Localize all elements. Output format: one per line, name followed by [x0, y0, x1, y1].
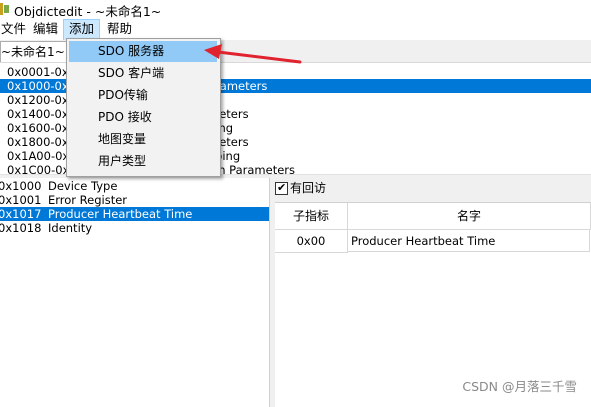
menu-file[interactable]: 文件 [0, 19, 31, 39]
checkbox-label: 有回访 [290, 181, 327, 195]
object-row[interactable]: 0x1000 Device Type [0, 179, 269, 193]
check-mark-icon: ✔ [277, 181, 287, 194]
watermark: CSDN @月落三千雪 [462, 379, 577, 394]
category-index: 0x1400-0x [7, 107, 69, 121]
category-index: 0x1600-0x [7, 121, 69, 135]
grid-cell-name[interactable]: Producer Heartbeat Time [348, 230, 590, 252]
app-icon [0, 3, 9, 15]
menu-item-sdo-server[interactable]: SDO 服务器 [69, 41, 217, 62]
object-name: Identity [48, 221, 93, 235]
object-index: 0x1001 [0, 193, 42, 207]
object-row[interactable]: 0x1001 Error Register [0, 193, 269, 207]
grid-cell-subindex[interactable]: 0x00 [275, 230, 348, 253]
subindex-pane: ✔ 有回访 子指标 名字 0x00 Producer Heartbeat Tim… [275, 178, 591, 407]
grid-header-name[interactable]: 名字 [348, 203, 591, 230]
object-index: 0x1018 [0, 221, 42, 235]
title-bar: Objdictedit - ~未命名1~ [0, 0, 591, 20]
object-index: 0x1000 [0, 179, 42, 193]
document-tab[interactable]: ~未命名1~ [0, 41, 69, 62]
category-index: 0x0001-0x [7, 65, 69, 79]
object-name: Device Type [48, 179, 118, 193]
checkbox[interactable]: ✔ [275, 181, 288, 195]
menu-item-pdo-transmit[interactable]: PDO传输 [69, 85, 217, 106]
menu-item-pdo-receive[interactable]: PDO 接收 [69, 107, 217, 128]
object-row-selected[interactable]: 0x1017 Producer Heartbeat Time [0, 207, 269, 221]
object-index: 0x1017 [0, 207, 42, 221]
menu-edit[interactable]: 编辑 [28, 19, 63, 39]
add-menu-dropdown: SDO 服务器 SDO 客户端 PDO传输 PDO 接收 地图变量 用户类型 [66, 38, 221, 177]
category-index: 0x1000-0x [7, 79, 69, 93]
menu-bar: 文件 编辑 添加 帮助 [0, 18, 591, 41]
object-name: Producer Heartbeat Time [48, 207, 193, 221]
menu-item-map-variable[interactable]: 地图变量 [69, 129, 217, 150]
category-index: 0x1A00-0x [7, 149, 70, 163]
grid-header-subindex[interactable]: 子指标 [275, 203, 348, 230]
menu-help[interactable]: 帮助 [102, 19, 137, 39]
object-name: Error Register [48, 193, 128, 207]
category-index: 0x1200-0x [7, 93, 69, 107]
menu-item-user-type[interactable]: 用户类型 [69, 151, 217, 172]
category-index: 0x1800-0x [7, 135, 69, 149]
menu-item-sdo-client[interactable]: SDO 客户端 [69, 63, 217, 84]
object-row[interactable]: 0x1018 Identity [0, 221, 269, 235]
object-list[interactable]: 0x1000 Device Type 0x1001 Error Register… [0, 178, 270, 407]
